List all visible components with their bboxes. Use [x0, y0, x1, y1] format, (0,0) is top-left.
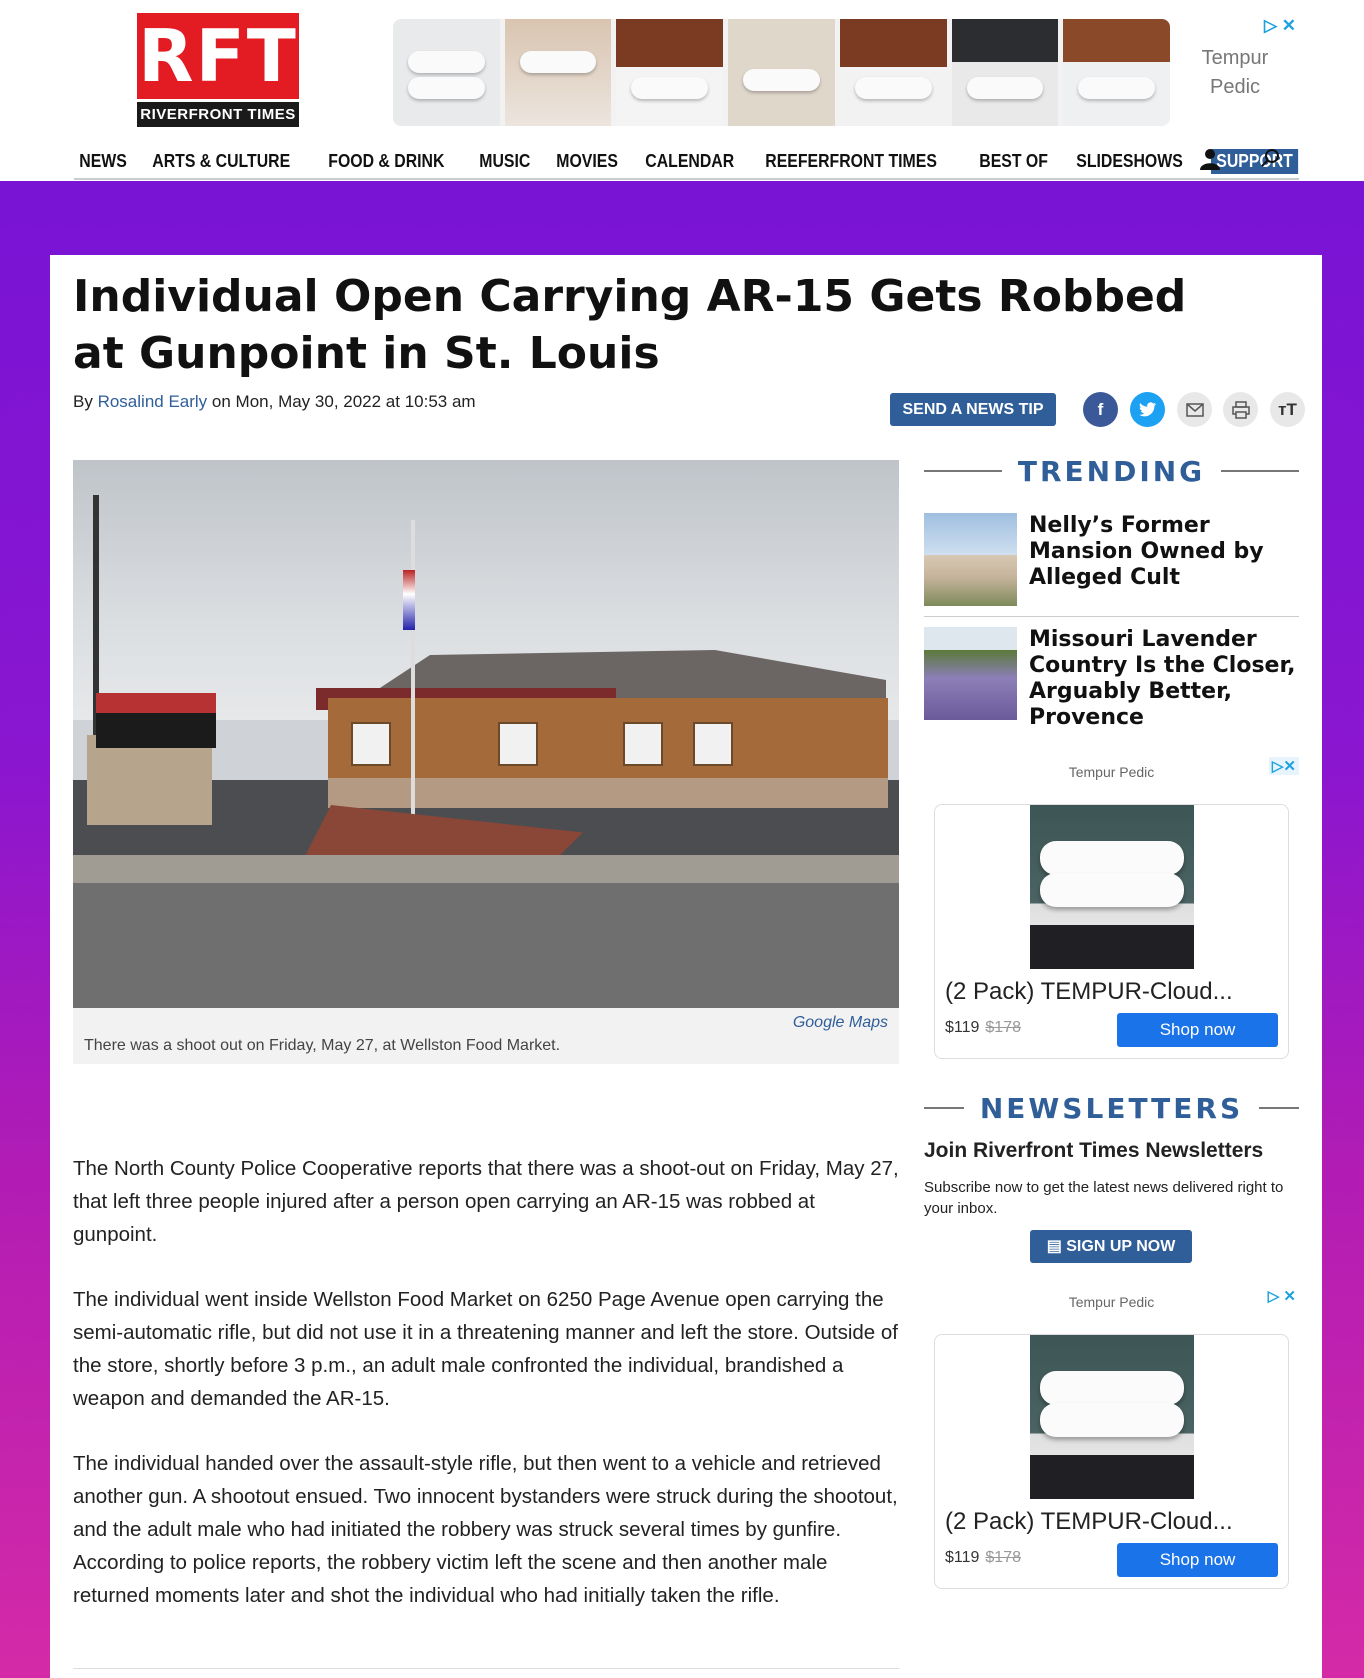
search-icon[interactable]	[1260, 148, 1280, 174]
article-paragraph: The individual went inside Wellston Food…	[73, 1288, 899, 1410]
article-title: Individual Open Carrying AR-15 Gets Robb…	[73, 271, 1187, 379]
logo-letters: RFT	[138, 14, 298, 98]
ad-choices-icon[interactable]: ▷✕	[1268, 757, 1299, 775]
image-caption: There was a shoot out on Friday, May 27,…	[84, 1037, 561, 1054]
ad-image[interactable]	[393, 19, 500, 126]
ad-image[interactable]	[839, 19, 947, 126]
ad-image[interactable]	[1063, 19, 1170, 126]
author-link[interactable]: Rosalind Early	[98, 392, 208, 411]
sign-up-button[interactable]: ▤ SIGN UP NOW	[1030, 1230, 1192, 1263]
trending-thumbnail[interactable]	[924, 627, 1017, 720]
article-paragraph: The North County Police Cooperative repo…	[73, 1157, 899, 1246]
nav-music[interactable]: MUSIC	[474, 151, 542, 172]
ad-brand[interactable]: Tempur Pedic	[924, 764, 1299, 780]
email-icon[interactable]	[1177, 392, 1212, 427]
nav-arts-culture[interactable]: ARTS & CULTURE	[147, 151, 302, 172]
trending-heading: TRENDING	[924, 455, 1300, 488]
image-caption-box: Google Maps There was a shoot out on Fri…	[73, 1008, 899, 1064]
ad-brand[interactable]: Tempur Pedic	[924, 1294, 1299, 1310]
image-credit: Google Maps	[792, 1014, 888, 1031]
ad-old-price: $178	[985, 1019, 1021, 1036]
ad-product-name[interactable]: (2 Pack) TEMPUR-Cloud...	[945, 978, 1233, 1006]
site-logo[interactable]: RFT RIVERFRONT TIMES	[137, 13, 299, 129]
newsletters-heading: NEWSLETTERS	[924, 1092, 1299, 1125]
ad-product-name[interactable]: (2 Pack) TEMPUR-Cloud...	[945, 1508, 1233, 1536]
nav-support-button[interactable]: SUPPORT	[1210, 148, 1298, 174]
inline-ad[interactable]	[73, 1668, 899, 1678]
trending-title[interactable]: Nelly’s Former Mansion Owned by Alleged …	[1029, 513, 1299, 591]
ad-image[interactable]	[1030, 1335, 1194, 1499]
nav-best-of[interactable]: BEST OF	[974, 151, 1059, 172]
byline-prefix: By	[73, 392, 93, 411]
ad-choices-icon[interactable]: ▷ ✕	[1265, 1287, 1299, 1305]
nav-calendar[interactable]: CALENDAR	[640, 151, 746, 172]
nav-reeferfront-times[interactable]: REEFERFRONT TIMES	[760, 151, 948, 172]
ad-image[interactable]	[1030, 805, 1194, 969]
article-hero-image	[73, 460, 899, 1008]
twitter-icon[interactable]	[1130, 392, 1165, 427]
facebook-icon[interactable]: f	[1083, 392, 1118, 427]
newsletter-subtitle: Subscribe now to get the latest news del…	[924, 1179, 1284, 1217]
article-card: Individual Open Carrying AR-15 Gets Robb…	[50, 255, 1322, 1678]
print-icon[interactable]	[1223, 392, 1258, 427]
trending-title[interactable]: Missouri Lavender Country Is the Closer,…	[1029, 627, 1299, 731]
nav-movies[interactable]: MOVIES	[551, 151, 629, 172]
newspaper-icon: ▤	[1046, 1238, 1067, 1255]
ad-brand[interactable]: Tempur Pedic	[1195, 44, 1275, 102]
byline: By Rosalind Early on Mon, May 30, 2022 a…	[73, 392, 476, 412]
logo-name: RIVERFRONT TIMES	[137, 102, 299, 127]
ad-old-price: $178	[985, 1549, 1021, 1566]
ad-image[interactable]	[951, 19, 1059, 126]
article-paragraph: The individual handed over the assault-s…	[73, 1452, 898, 1607]
ad-image[interactable]	[728, 19, 835, 126]
text-size-icon[interactable]: тT	[1270, 392, 1305, 427]
main-nav: NEWS ARTS & CULTURE FOOD & DRINK MUSIC M…	[74, 144, 1299, 180]
shop-now-button[interactable]: Shop now	[1117, 1013, 1278, 1047]
newsletter-title: Join Riverfront Times Newsletters	[924, 1139, 1264, 1162]
ad-choices-icon[interactable]: ▷ ✕	[1264, 16, 1296, 36]
nav-news[interactable]: NEWS	[74, 151, 138, 172]
nav-food-drink[interactable]: FOOD & DRINK	[323, 151, 456, 172]
site-header: RFT RIVERFRONT TIMES Tempur Pedic ▷ ✕ NE…	[0, 0, 1364, 181]
ad-price: $119	[945, 1019, 980, 1036]
divider	[924, 616, 1299, 617]
trending-thumbnail[interactable]	[924, 513, 1017, 606]
top-banner-ad[interactable]	[393, 19, 1170, 126]
user-icon[interactable]	[1199, 148, 1221, 176]
nav-slideshows[interactable]: SLIDESHOWS	[1071, 151, 1194, 172]
ad-image[interactable]	[504, 19, 612, 126]
article-date: on Mon, May 30, 2022 at 10:53 am	[211, 392, 476, 411]
ad-price: $119	[945, 1549, 980, 1566]
ad-image[interactable]	[616, 19, 724, 126]
shop-now-button[interactable]: Shop now	[1117, 1543, 1278, 1577]
send-news-tip-button[interactable]: SEND A NEWS TIP	[890, 393, 1056, 426]
